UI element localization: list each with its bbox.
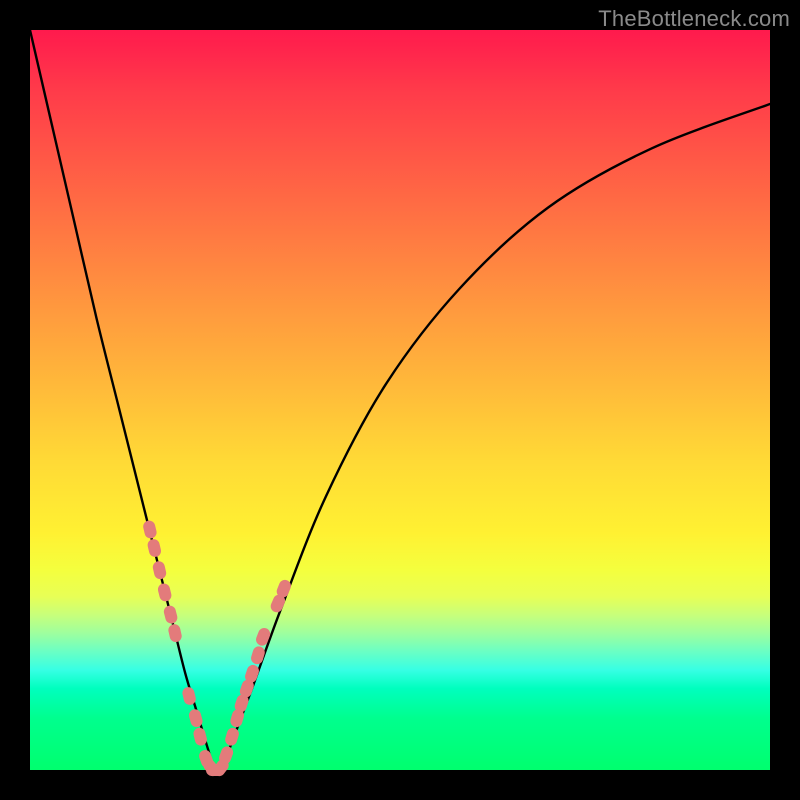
data-point: [152, 560, 168, 580]
plot-area: [30, 30, 770, 770]
data-point: [167, 623, 183, 643]
data-point: [142, 519, 158, 539]
data-point: [157, 582, 173, 602]
chart-svg: [30, 30, 770, 770]
data-point: [163, 604, 179, 624]
data-point: [146, 538, 162, 558]
data-point: [254, 626, 272, 647]
data-point-markers: [142, 519, 293, 778]
bottleneck-curve: [30, 30, 770, 773]
data-point: [250, 645, 267, 666]
watermark-text: TheBottleneck.com: [598, 6, 790, 32]
